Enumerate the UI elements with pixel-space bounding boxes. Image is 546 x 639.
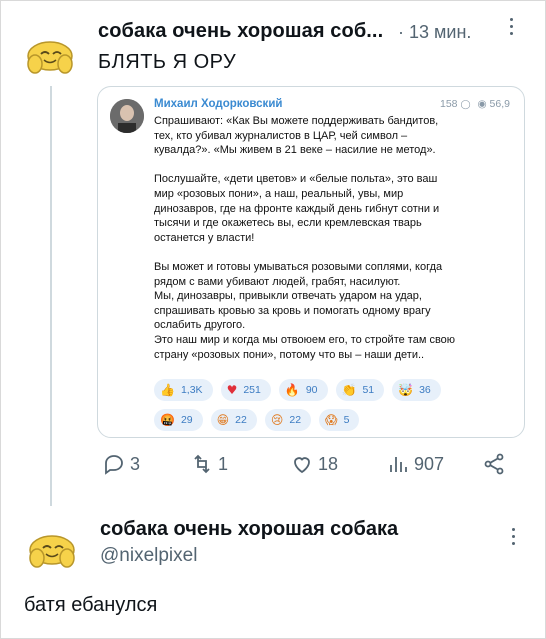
heart-icon [294,457,310,474]
reaction-count: 36 [419,384,431,396]
tweet1-avatar[interactable] [22,26,78,82]
reaction-count: 90 [305,384,318,396]
thumbs-up-icon: 👍 [160,383,175,397]
reaction-count: 51 [362,384,375,396]
reply-button[interactable]: 3 [102,452,140,476]
reaction-grin: 😁 22 [210,409,257,431]
reactions-row: 🤬 29 😁 22 😢 22 😱 5 [154,409,514,431]
thread-connector-line [50,86,52,506]
retweet-icon [194,454,210,474]
views-button[interactable]: 907 [386,452,444,476]
tweet2-display-name[interactable]: собака очень хорошая собака [100,518,398,541]
reaction-cry: 😢 22 [264,409,312,431]
embed-paragraph: Послушайте, «дети цветов» и «белые польт… [154,173,440,244]
reaction-thumbs-up: 👍 1,3K [154,379,213,401]
tweet1-display-name[interactable]: собака очень хорошая соб... [98,20,383,43]
meta-separator: · [398,22,404,42]
scream-face-icon: 😱 [325,413,338,427]
share-icon [484,453,504,475]
views-count: 907 [414,453,445,474]
reaction-fire: 🔥 90 [278,379,328,401]
tweet2-more-icon[interactable] [508,528,518,549]
embed-message: Спрашивают: «Как Вы можете поддерживать … [154,114,520,377]
reaction-angry: 🤬 29 [154,409,203,431]
reaction-count: 22 [235,414,247,426]
tweet1-time[interactable]: 13 мин. [409,22,471,42]
smiling-face-avatar-icon [27,41,73,74]
tweet1-text: БЛЯТЬ Я ОРУ [98,51,237,73]
tweet2-text: батя ебанулся [24,594,158,616]
grin-face-icon: 😁 [216,413,230,427]
embed-views: 56,9 [489,98,510,110]
like-button[interactable]: 18 [290,452,338,476]
share-button[interactable] [482,452,506,476]
tweet2-avatar[interactable] [24,520,80,576]
embed-paragraph: Вы может и готовы умываться розовыми соп… [154,260,456,361]
reaction-count: 5 [343,414,350,426]
reaction-count: 22 [289,414,302,426]
comment-icon: ◯ [460,99,471,109]
tweet1-meta: · 13 мин. [398,22,471,43]
reply-icon [105,455,123,475]
fire-icon: 🔥 [284,383,300,397]
embedded-image[interactable]: Михаил Ходорковский 158 ◯ ◉ 56,9 Спрашив… [97,86,525,438]
reaction-count: 29 [180,414,193,426]
embed-stats: 158 ◯ ◉ 56,9 [440,98,510,110]
mind-blown-icon: 🤯 [398,383,414,397]
eye-icon: ◉ [477,98,487,110]
retweet-button[interactable]: 1 [190,452,228,476]
tweet1-action-bar: 3 1 18 907 [98,452,518,482]
author-photo [110,99,144,133]
embed-author: Михаил Ходорковский [154,98,283,110]
reaction-mind-blown: 🤯 36 [392,379,441,401]
retweet-count: 1 [218,453,229,474]
tweet2-handle[interactable]: @nixelpixel [100,545,197,567]
reaction-heart: ♥ 251 [220,379,271,401]
embed-comments: 158 [440,98,458,110]
reaction-count: 251 [243,384,261,396]
heart-icon: ♥ [226,383,238,397]
clap-icon: 👏 [341,383,357,397]
like-count: 18 [318,453,339,474]
reply-count: 3 [130,453,141,474]
embed-paragraph: Спрашивают: «Как Вы можете поддерживать … [154,115,439,157]
smiling-face-avatar-icon [29,535,75,568]
reaction-count: 1,3K [180,384,203,396]
angry-face-icon: 🤬 [160,413,175,427]
reaction-clap: 👏 51 [335,379,385,401]
reaction-scream: 😱 5 [319,409,360,431]
crying-face-icon: 😢 [270,413,284,427]
reactions: 👍 1,3K ♥ 251 🔥 90 👏 51 🤯 36 🤬 29 😁 22 😢 22 😱 5 [154,379,514,437]
reactions-row: 👍 1,3K ♥ 251 🔥 90 👏 51 🤯 36 [154,379,514,401]
bar-chart-icon [390,457,407,472]
tweet1-more-icon[interactable] [506,18,516,39]
